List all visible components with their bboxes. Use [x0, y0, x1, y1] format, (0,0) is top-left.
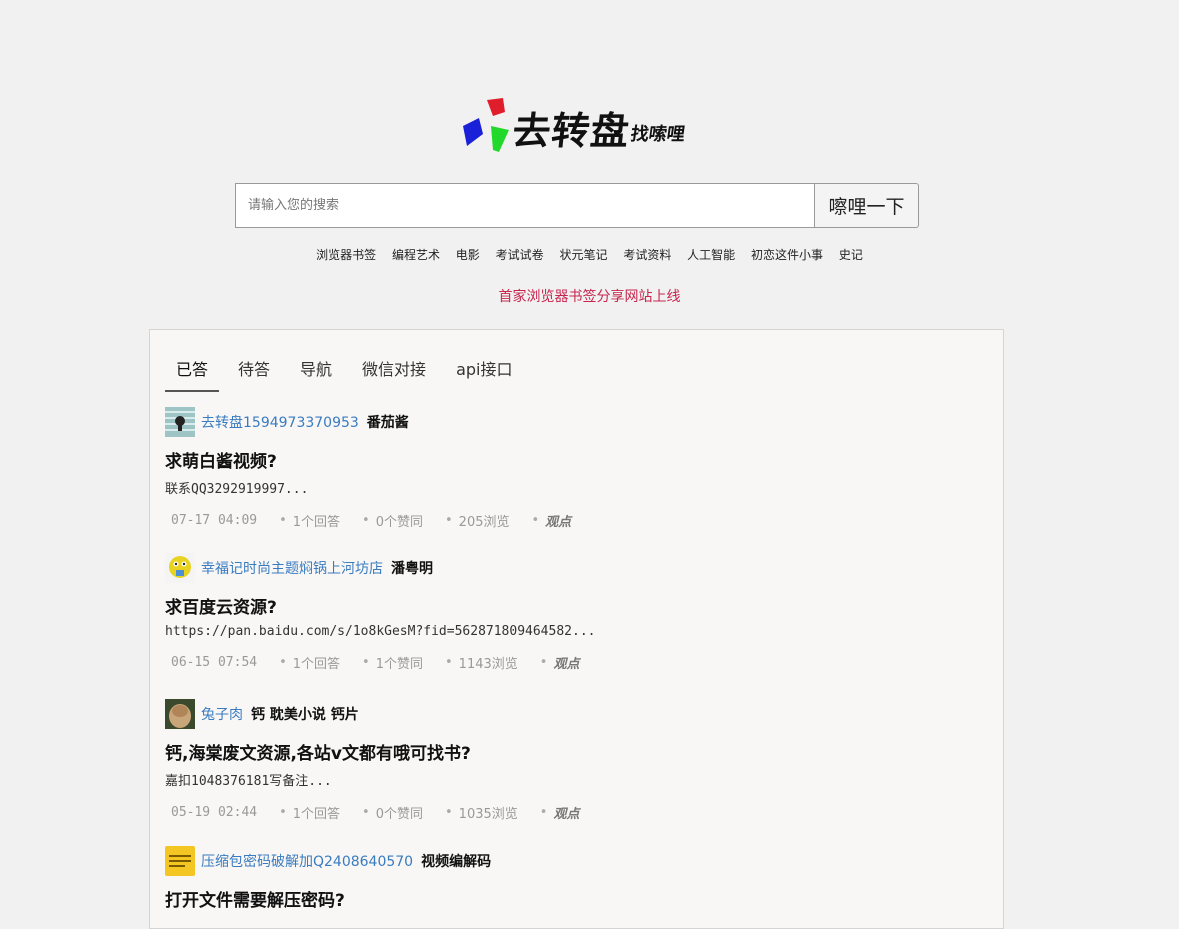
question-panel: 已答 待答 导航 微信对接 api接口 去转盘1594973370953 番茄酱…: [149, 329, 1004, 929]
separator-dot: •: [531, 513, 540, 528]
hotword-link[interactable]: 考试资料: [623, 248, 671, 262]
view-count: 205浏览: [458, 515, 510, 530]
like-count: 0个赞同: [375, 515, 423, 530]
separator-dot: •: [445, 655, 453, 670]
site-logo[interactable]: 去转盘 找嗦哩: [459, 96, 699, 156]
like-count: 1个赞同: [375, 657, 423, 672]
hot-keywords: 浏览器书签 编程艺术 电影 考试试卷 状元笔记 考试资料 人工智能 初恋这件小事…: [0, 246, 1179, 263]
separator-dot: •: [362, 513, 370, 528]
tab-api[interactable]: api接口: [445, 352, 523, 392]
viewpoint-link[interactable]: 观点: [553, 803, 579, 822]
topic-tag[interactable]: 视频编解码: [421, 851, 491, 871]
question-item: 去转盘1594973370953 番茄酱 求萌白酱视频? 联系QQ3292919…: [165, 407, 985, 530]
user-name-link[interactable]: 幸福记时尚主题焖锅上河坊店: [201, 558, 383, 578]
separator-dot: •: [279, 805, 287, 820]
topic-tag[interactable]: 潘粤明: [391, 558, 433, 578]
question-excerpt: https://pan.baidu.com/s/1o8kGesM?fid=562…: [165, 624, 596, 639]
separator-dot: •: [279, 513, 287, 528]
hotword-link[interactable]: 人工智能: [687, 248, 735, 262]
separator-dot: •: [445, 513, 453, 528]
question-meta: 06-15 07:54 • 1个回答 • 1个赞同 • 1143浏览 • 观点: [165, 653, 985, 672]
hotword-link[interactable]: 电影: [456, 248, 480, 262]
question-title[interactable]: 钙,海棠废文资源,各站v文都有哦可找书?: [165, 739, 985, 764]
question-item: 压缩包密码破解加Q2408640570 视频编解码 打开文件需要解压密码?: [165, 846, 985, 911]
viewpoint-link[interactable]: 观点: [553, 653, 579, 672]
post-time: 07-17 04:09: [171, 513, 258, 528]
user-name-link[interactable]: 兔子肉: [201, 704, 243, 724]
topic-tag[interactable]: 钙 耽美小说 钙片: [251, 704, 359, 724]
tab-answered[interactable]: 已答: [165, 352, 220, 392]
logo-main-text: 去转盘: [510, 108, 633, 153]
question-excerpt: 嘉扣1048376181写备注...: [165, 774, 332, 789]
user-name-link[interactable]: 压缩包密码破解加Q2408640570: [201, 851, 413, 871]
question-item: 兔子肉 钙 耽美小说 钙片 钙,海棠废文资源,各站v文都有哦可找书? 嘉扣104…: [165, 699, 985, 822]
like-count: 0个赞同: [375, 807, 423, 822]
question-meta: 07-17 04:09 • 1个回答 • 0个赞同 • 205浏览 • 观点: [165, 511, 985, 530]
separator-dot: •: [539, 655, 548, 670]
question-title[interactable]: 打开文件需要解压密码?: [165, 886, 985, 911]
separator-dot: •: [445, 805, 453, 820]
question-item: 幸福记时尚主题焖锅上河坊店 潘粤明 求百度云资源? https://pan.ba…: [165, 553, 985, 672]
user-avatar[interactable]: [165, 407, 195, 437]
user-avatar[interactable]: [165, 553, 195, 583]
answer-count: 1个回答: [292, 807, 341, 822]
search-bar: 嚓哩一下: [235, 183, 919, 228]
question-excerpt: 联系QQ3292919997...: [165, 482, 309, 497]
question-meta: 05-19 02:44 • 1个回答 • 0个赞同 • 1035浏览 • 观点: [165, 803, 985, 822]
post-time: 05-19 02:44: [171, 805, 258, 820]
hotword-link[interactable]: 浏览器书签: [316, 248, 376, 262]
tab-navigation[interactable]: 导航: [289, 352, 343, 392]
separator-dot: •: [362, 805, 370, 820]
separator-dot: •: [539, 805, 548, 820]
search-button[interactable]: 嚓哩一下: [814, 183, 919, 228]
question-title[interactable]: 求萌白酱视频?: [165, 447, 985, 472]
logo-sub-text: 找嗦哩: [629, 124, 687, 145]
hotword-link[interactable]: 状元笔记: [559, 248, 607, 262]
announcement-link[interactable]: 首家浏览器书签分享网站上线: [0, 286, 1179, 306]
user-avatar[interactable]: [165, 699, 195, 729]
logo-pinwheel-icon: [463, 98, 509, 152]
viewpoint-link[interactable]: 观点: [545, 511, 571, 530]
post-time: 06-15 07:54: [171, 655, 258, 670]
tab-bar: 已答 待答 导航 微信对接 api接口: [165, 352, 531, 392]
view-count: 1035浏览: [458, 807, 518, 822]
hotword-link[interactable]: 编程艺术: [392, 248, 440, 262]
hotword-link[interactable]: 初恋这件小事: [751, 248, 823, 262]
tab-wechat[interactable]: 微信对接: [351, 352, 437, 392]
answer-count: 1个回答: [292, 515, 341, 530]
hotword-link[interactable]: 考试试卷: [496, 248, 544, 262]
separator-dot: •: [279, 655, 287, 670]
topic-tag[interactable]: 番茄酱: [367, 412, 409, 432]
user-name-link[interactable]: 去转盘1594973370953: [201, 412, 359, 432]
tab-pending[interactable]: 待答: [227, 352, 281, 392]
search-input[interactable]: [235, 183, 814, 228]
answer-count: 1个回答: [292, 657, 341, 672]
separator-dot: •: [362, 655, 370, 670]
view-count: 1143浏览: [458, 657, 518, 672]
question-title[interactable]: 求百度云资源?: [165, 593, 985, 618]
hotword-link[interactable]: 史记: [839, 248, 863, 262]
user-avatar[interactable]: [165, 846, 195, 876]
